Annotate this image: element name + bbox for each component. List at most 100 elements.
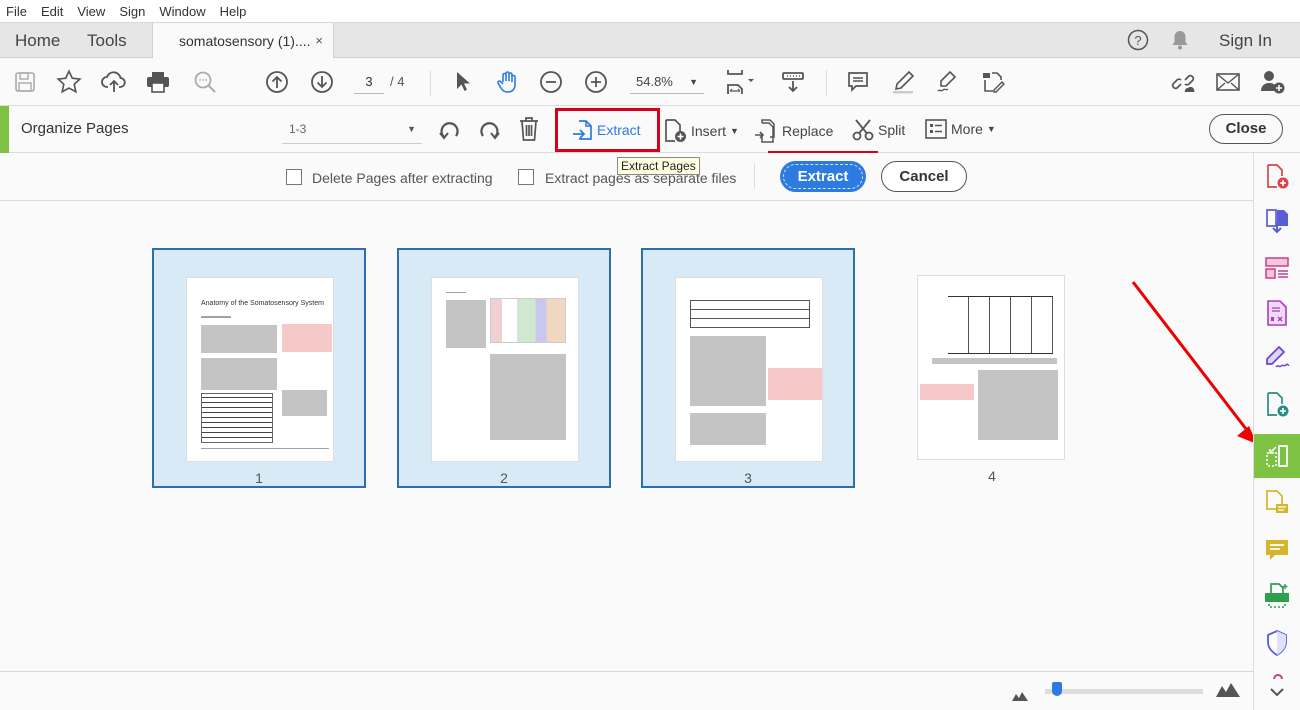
small-thumbnails-icon[interactable] — [1012, 688, 1028, 706]
email-icon[interactable] — [1214, 68, 1242, 96]
save-icon[interactable] — [11, 68, 39, 96]
cloud-upload-icon[interactable] — [100, 68, 128, 96]
page-preview — [675, 277, 823, 462]
page-range-value: 1-3 — [289, 122, 307, 136]
help-icon[interactable]: ? — [1127, 29, 1149, 56]
delete-pages-label: Delete Pages after extracting — [312, 170, 493, 186]
organize-pages-title: Organize Pages — [21, 120, 129, 137]
send-comments-tool[interactable] — [1254, 483, 1300, 523]
page-number-label: 1 — [255, 470, 263, 486]
page-number-label: 3 — [744, 470, 752, 486]
menu-file[interactable]: File — [6, 4, 27, 19]
zoom-in-icon[interactable] — [582, 68, 610, 96]
document-comment-icon — [1266, 490, 1288, 513]
more-label: More — [951, 121, 983, 137]
cancel-button[interactable]: Cancel — [881, 161, 967, 192]
create-pdf-icon — [1267, 164, 1289, 189]
page-thumbnail-2[interactable]: 2 — [397, 248, 611, 488]
thumbnail-size-bar — [0, 671, 1253, 710]
rotate-right-button[interactable] — [477, 117, 501, 141]
zoom-level-value: 54.8% — [636, 74, 673, 89]
extract-confirm-button[interactable]: Extract — [780, 161, 866, 192]
toolbar-divider — [430, 70, 431, 96]
protect-tool[interactable] — [1254, 623, 1300, 663]
neuro-figure — [490, 298, 566, 343]
add-user-icon[interactable] — [1259, 68, 1287, 96]
next-page-icon[interactable] — [308, 68, 336, 96]
print-icon[interactable] — [144, 68, 172, 96]
right-tools-panel — [1253, 153, 1300, 710]
edit-pdf-icon[interactable] — [979, 68, 1007, 96]
table-figure — [690, 300, 810, 328]
annotation-highlight-box — [555, 108, 660, 152]
chevron-down-icon: ▼ — [730, 126, 739, 136]
annotation-arrow — [1131, 281, 1257, 444]
more-list-icon — [925, 119, 947, 139]
zoom-out-icon[interactable] — [537, 68, 565, 96]
search-zoom-icon[interactable] — [191, 68, 219, 96]
tab-bar: Home Tools somatosensory (1).... × ? Sig… — [0, 22, 1300, 59]
tab-home[interactable]: Home — [15, 31, 60, 51]
delete-pages-checkbox[interactable] — [286, 169, 302, 185]
split-label: Split — [878, 122, 906, 138]
large-thumbnails-icon[interactable] — [1216, 683, 1240, 702]
comment-tool[interactable] — [1254, 530, 1300, 570]
menu-window[interactable]: Window — [159, 4, 205, 19]
select-cursor-icon[interactable] — [449, 68, 477, 96]
export-pdf-tool[interactable] — [1254, 202, 1300, 242]
scroll-mode-icon[interactable] — [779, 68, 807, 96]
combine-files-tool[interactable] — [1254, 385, 1300, 425]
page-range-dropdown[interactable]: 1-3 ▼ — [282, 118, 422, 144]
annotation-note — [920, 384, 974, 400]
prepare-form-tool[interactable] — [1254, 293, 1300, 333]
close-tab-icon[interactable]: × — [315, 33, 323, 48]
split-button[interactable]: Split — [852, 119, 905, 141]
sign-in-link[interactable]: Sign In — [1219, 31, 1272, 51]
menu-help[interactable]: Help — [220, 4, 247, 19]
rotate-clockwise-icon — [480, 122, 500, 140]
create-pdf-tool[interactable] — [1254, 157, 1300, 197]
tool-accent-bar — [0, 106, 9, 153]
tab-document[interactable]: somatosensory (1).... × — [152, 23, 334, 59]
highlight-pen-icon[interactable] — [889, 68, 917, 96]
page-preview: Anatomy of the Somatosensory System — [186, 277, 334, 462]
replace-page-icon — [755, 119, 775, 143]
previous-page-icon[interactable] — [263, 68, 291, 96]
zoom-level-dropdown[interactable]: 54.8% ▼ — [630, 72, 704, 94]
chevron-down-icon: ▼ — [689, 77, 698, 87]
slider-handle[interactable] — [1052, 682, 1063, 696]
fill-sign-tool[interactable] — [1254, 338, 1300, 378]
page-number-input[interactable]: 3 — [354, 72, 384, 94]
page-thumbnail-1[interactable]: Anatomy of the Somatosensory System 1 — [152, 248, 366, 488]
more-tools-expand[interactable] — [1254, 668, 1300, 704]
page-number-label: 2 — [500, 470, 508, 486]
menu-edit[interactable]: Edit — [41, 4, 63, 19]
replace-button[interactable]: Replace — [754, 119, 833, 143]
close-organize-button[interactable]: Close — [1209, 114, 1283, 144]
delete-pages-button[interactable] — [518, 116, 540, 142]
shield-icon — [1267, 630, 1287, 656]
menu-sign[interactable]: Sign — [119, 4, 145, 19]
bookmark-star-icon[interactable] — [55, 68, 83, 96]
page-preview — [431, 277, 579, 462]
hand-tool-icon[interactable] — [494, 68, 522, 96]
page-thumbnail-3[interactable]: 3 — [641, 248, 855, 488]
more-button[interactable]: More ▼ — [925, 119, 996, 139]
edit-pdf-tool[interactable] — [1254, 248, 1300, 288]
share-link-icon[interactable] — [1170, 68, 1198, 96]
signature-pen-icon — [1266, 346, 1290, 368]
separate-files-checkbox[interactable] — [518, 169, 534, 185]
thumbnail-size-slider[interactable] — [1045, 689, 1203, 694]
comment-icon[interactable] — [844, 68, 872, 96]
menu-view[interactable]: View — [77, 4, 105, 19]
rotate-left-button[interactable] — [438, 117, 462, 141]
bell-icon[interactable] — [1170, 29, 1190, 56]
tab-tools[interactable]: Tools — [87, 31, 127, 51]
insert-label: Insert — [691, 123, 727, 139]
insert-button[interactable]: Insert ▼ — [663, 119, 739, 143]
page-thumbnail-4[interactable]: 4 — [885, 248, 1099, 488]
print-production-tool[interactable] — [1254, 576, 1300, 616]
organize-pages-tool[interactable] — [1254, 434, 1300, 478]
fill-sign-pen-icon[interactable] — [933, 68, 961, 96]
page-fit-icon[interactable] — [722, 68, 762, 96]
